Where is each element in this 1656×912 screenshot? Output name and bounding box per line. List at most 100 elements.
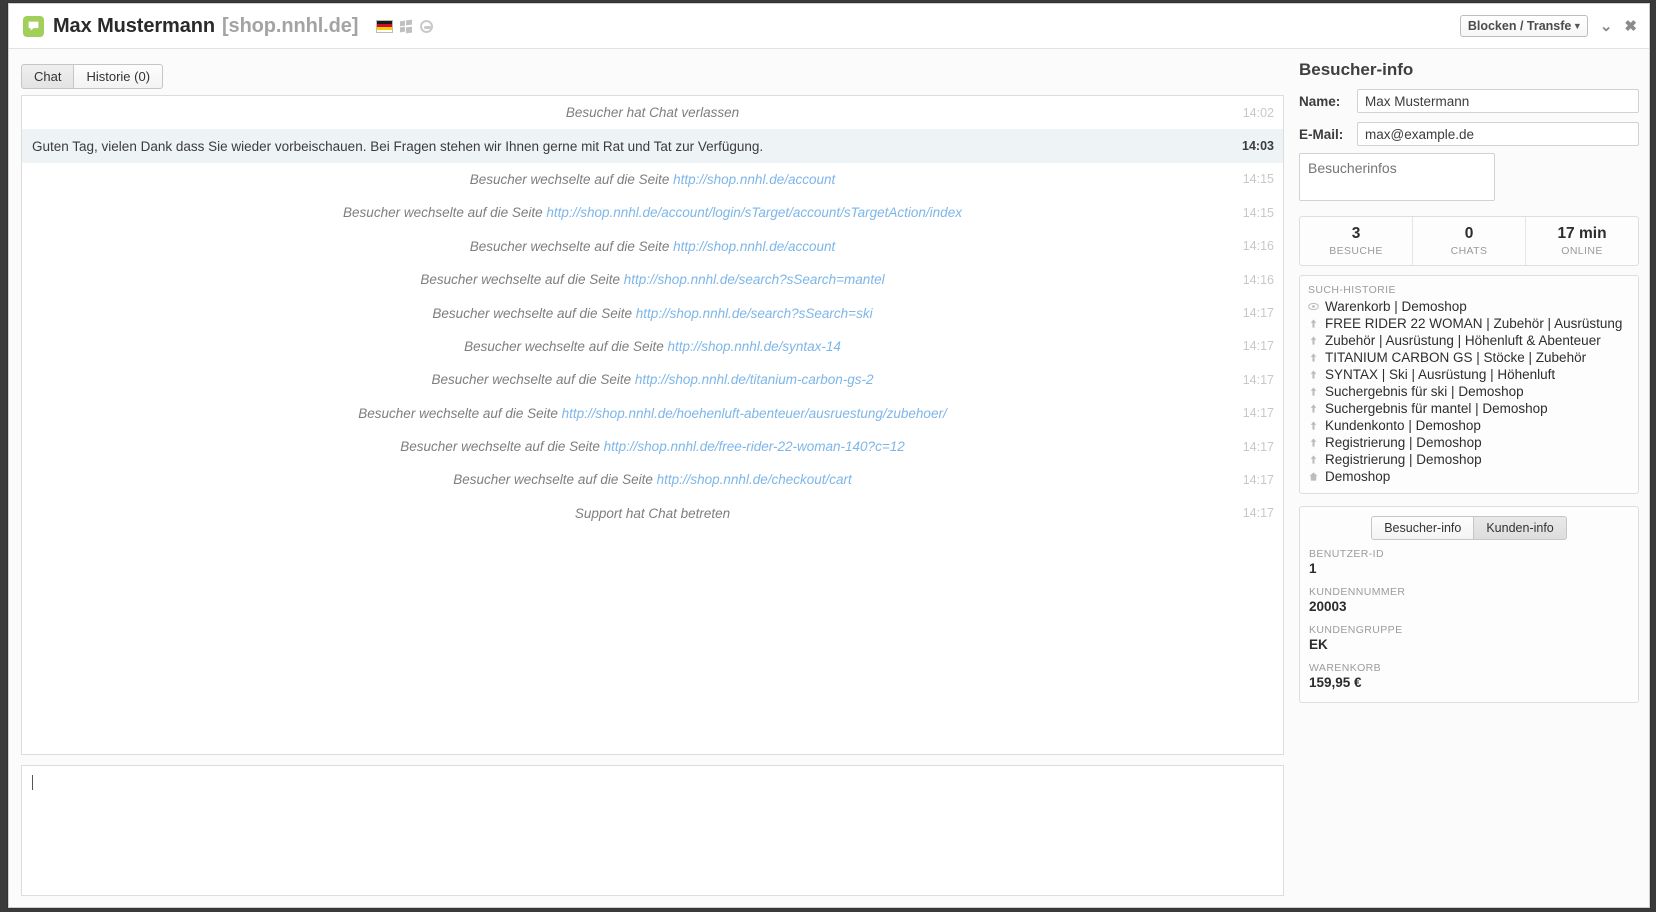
block-transfer-select[interactable]: Blocken / Transfe ▼ [1459, 15, 1588, 37]
stat-label: ONLINE [1561, 244, 1603, 257]
tab-historie-label: Historie (0) [86, 69, 151, 84]
stat-tile: 17 min ONLINE [1526, 217, 1638, 265]
chat-message-time: 14:17 [1242, 472, 1274, 487]
visitor-info-sidebar: Besucher-info Name: E-Mail: 3BESUCHE 0CHA… [1295, 49, 1649, 907]
sidebar-heading: Besucher-info [1299, 60, 1414, 79]
chat-message-time: 14:03 [1242, 139, 1274, 154]
german-flag-icon [376, 19, 394, 33]
info-toggle: Besucher-info Kunden-info [1300, 516, 1638, 548]
history-item[interactable]: Suchergebnis für ski | Demoshop [1308, 383, 1638, 400]
customer-field-value: 1 [1309, 561, 1317, 576]
tab-bar: Chat Historie (0) [21, 64, 164, 89]
tab-chat[interactable]: Chat [21, 64, 75, 89]
chat-message-text: Guten Tag, vielen Dank dass Sie wieder v… [32, 138, 764, 154]
chat-message: Besucher wechselte auf die Seite http://… [22, 363, 1283, 396]
chat-message-link[interactable]: http://shop.nnhl.de/account/login/sTarge… [546, 205, 962, 220]
history-item-label: Warenkorb | Demoshop [1325, 299, 1467, 314]
customer-field: WARENKORB 159,95 € [1300, 662, 1638, 690]
chat-message-text: Besucher wechselte auf die Seite http://… [400, 439, 905, 455]
stat-tile: 3 BESUCHE [1300, 217, 1413, 265]
chat-message: Besucher wechselte auf die Seite http://… [22, 463, 1283, 496]
chat-message-time: 14:16 [1242, 272, 1274, 287]
history-item-label: Demoshop [1325, 469, 1391, 484]
chat-message-link[interactable]: http://shop.nnhl.de/titanium-carbon-gs-2 [635, 372, 874, 387]
toggle-kunden-label: Kunden-info [1486, 521, 1554, 535]
email-label: E-Mail: [1299, 126, 1344, 142]
title-bar: Max Mustermann [shop.nnhl.de] Blocken / … [9, 4, 1649, 49]
history-item[interactable]: Suchergebnis für mantel | Demoshop [1308, 400, 1638, 417]
history-item[interactable]: Warenkorb | Demoshop [1308, 298, 1638, 315]
name-label: Name: [1299, 93, 1341, 109]
chat-message-text: Besucher wechselte auf die Seite http://… [464, 338, 841, 354]
history-item-label: Registrierung | Demoshop [1325, 435, 1482, 450]
stat-label: CHATS [1450, 244, 1488, 257]
stat-label: BESUCHE [1329, 244, 1383, 257]
chat-message-text: Besucher wechselte auf die Seite http://… [343, 205, 962, 221]
chat-message-link[interactable]: http://shop.nnhl.de/free-rider-22-woman-… [604, 439, 905, 454]
chat-message-time: 14:17 [1242, 406, 1274, 421]
history-item[interactable]: Registrierung | Demoshop [1308, 434, 1638, 451]
stat-value: 3 [1351, 225, 1361, 243]
tab-chat-label: Chat [34, 69, 62, 84]
customer-field-key: BENUTZER-ID [1309, 548, 1384, 560]
chat-message-link[interactable]: http://shop.nnhl.de/search?sSearch=mante… [624, 272, 885, 287]
tab-historie[interactable]: Historie (0) [74, 64, 164, 89]
customer-field-value: 20003 [1309, 599, 1347, 614]
history-item-label: FREE RIDER 22 WOMAN | Zubehör | Ausrüstu… [1325, 316, 1623, 331]
history-item[interactable]: Demoshop [1308, 468, 1638, 485]
customer-field-key: KUNDENGRUPPE [1309, 624, 1403, 636]
chat-message-time: 14:17 [1242, 506, 1274, 521]
email-row: E-Mail: [1295, 122, 1649, 146]
toggle-besucher-info[interactable]: Besucher-info [1371, 516, 1475, 540]
visitor-notes-textarea[interactable] [1299, 153, 1495, 201]
history-item-label: Registrierung | Demoshop [1325, 452, 1482, 467]
close-icon[interactable]: ✖ [1624, 19, 1637, 34]
history-item[interactable]: Registrierung | Demoshop [1308, 451, 1638, 468]
block-transfer-label: Blocken / Transfe [1467, 19, 1572, 33]
chat-message: Besucher wechselte auf die Seite http://… [22, 296, 1283, 329]
chat-message: Besucher wechselte auf die Seite http://… [22, 196, 1283, 229]
customer-field: KUNDENGRUPPE EK [1300, 624, 1638, 652]
chat-message-link[interactable]: http://shop.nnhl.de/account [673, 172, 835, 187]
chat-message: Besucher wechselte auf die Seite http://… [22, 230, 1283, 263]
chat-message-link[interactable]: http://shop.nnhl.de/search?sSearch=ski [636, 306, 873, 321]
chat-message-link[interactable]: http://shop.nnhl.de/syntax-14 [668, 339, 841, 354]
chat-message-text: Besucher hat Chat verlassen [565, 105, 740, 121]
toggle-kunden-info[interactable]: Kunden-info [1474, 516, 1567, 540]
chat-message: Besucher wechselte auf die Seite http://… [22, 163, 1283, 196]
chat-message-time: 14:17 [1242, 306, 1274, 321]
history-item[interactable]: TITANIUM CARBON GS | Stöcke | Zubehör [1308, 349, 1638, 366]
history-item-label: Zubehör | Ausrüstung | Höhenluft & Abent… [1325, 333, 1601, 348]
chat-message: Guten Tag, vielen Dank dass Sie wieder v… [22, 129, 1283, 163]
history-item[interactable]: Kundenkonto | Demoshop [1308, 417, 1638, 434]
customer-field-value: EK [1309, 637, 1328, 652]
message-input[interactable] [21, 765, 1284, 896]
history-item[interactable]: FREE RIDER 22 WOMAN | Zubehör | Ausrüstu… [1308, 315, 1638, 332]
chat-message-text: Besucher wechselte auf die Seite http://… [431, 372, 874, 388]
arrow-up-icon [1308, 369, 1319, 380]
arrow-up-icon [1308, 403, 1319, 414]
history-item-label: TITANIUM CARBON GS | Stöcke | Zubehör [1325, 350, 1587, 365]
chat-message-link[interactable]: http://shop.nnhl.de/account [673, 239, 835, 254]
browser-icon [420, 19, 434, 33]
chat-message-link[interactable]: http://shop.nnhl.de/hoehenluft-abenteuer… [562, 406, 947, 421]
chat-message-text: Support hat Chat betreten [574, 505, 731, 521]
chat-message-link[interactable]: http://shop.nnhl.de/checkout/cart [657, 472, 852, 487]
chat-message: Besucher wechselte auf die Seite http://… [22, 263, 1283, 296]
chat-message-time: 14:15 [1242, 205, 1274, 220]
customer-field-value: 159,95 € [1309, 675, 1362, 690]
chat-message-text: Besucher wechselte auf die Seite http://… [469, 238, 836, 254]
minimize-icon[interactable]: ⌄ [1600, 19, 1613, 34]
arrow-up-icon [1308, 386, 1319, 397]
history-item[interactable]: SYNTAX | Ski | Ausrüstung | Höhenluft [1308, 366, 1638, 383]
chat-transcript[interactable]: Besucher hat Chat verlassen 14:02 Guten Ta… [21, 95, 1284, 755]
chat-message-time: 14:15 [1242, 172, 1274, 187]
text-caret [32, 775, 33, 790]
visitor-name: Max Mustermann [53, 14, 215, 37]
name-input[interactable] [1357, 89, 1639, 113]
email-input[interactable] [1357, 122, 1639, 146]
stat-value: 0 [1464, 225, 1474, 243]
history-item[interactable]: Zubehör | Ausrüstung | Höhenluft & Abent… [1308, 332, 1638, 349]
chat-message: Besucher wechselte auf die Seite http://… [22, 330, 1283, 363]
chat-message-text: Besucher wechselte auf die Seite http://… [469, 171, 836, 187]
